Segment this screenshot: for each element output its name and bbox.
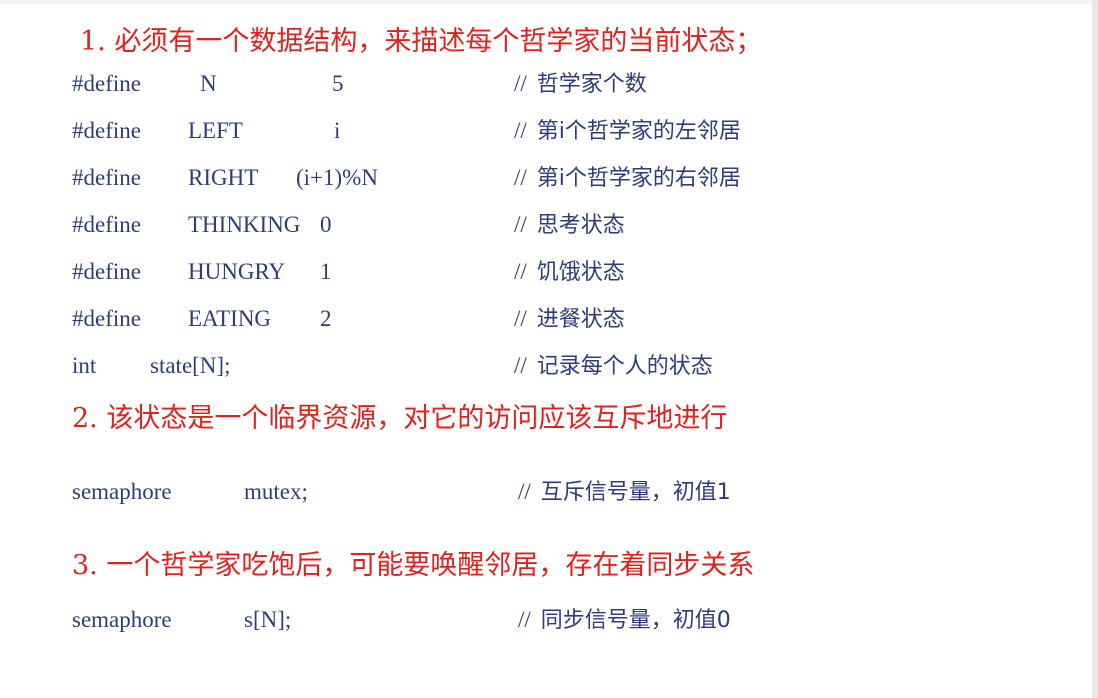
define-name: N [200, 71, 217, 96]
comment-slash: // [514, 71, 527, 96]
decl-comment: // 同步信号量，初值0 [518, 605, 731, 636]
define-value: 2 [320, 306, 332, 331]
define-keyword: #define [72, 71, 141, 96]
window-edge [1092, 0, 1098, 698]
define-comment: // 饥饿状态 [514, 257, 625, 288]
define-keyword: #define [72, 259, 141, 284]
decl-comment: // 互斥信号量，初值1 [518, 477, 731, 508]
comment-text: 记录每个人的状态 [536, 354, 713, 379]
comment-slash: // [518, 479, 531, 504]
define-comment: // 进餐状态 [514, 304, 625, 335]
define-keyword: #define [72, 306, 141, 331]
define-keyword: #define [72, 165, 141, 190]
comment-text: 饥饿状态 [536, 260, 625, 285]
define-comment: // 哲学家个数 [514, 69, 647, 100]
comment-text: 同步信号量，初值0 [540, 608, 731, 633]
heading-1: 1. 必须有一个数据结构，来描述每个哲学家的当前状态； [80, 26, 763, 57]
define-value: (i+1)%N [296, 165, 378, 190]
decl-type: int [72, 353, 97, 378]
define-comment: // 第i个哲学家的左邻居 [514, 116, 741, 147]
comment-text: 思考状态 [536, 213, 625, 238]
comment-slash: // [514, 353, 527, 378]
comment-text: 互斥信号量，初值1 [540, 480, 731, 505]
define-name: THINKING [188, 212, 301, 237]
define-comment: // 第i个哲学家的右邻居 [514, 163, 741, 194]
comment-slash: // [514, 212, 527, 237]
define-value: 0 [320, 212, 332, 237]
decl-name: s[N]; [244, 607, 292, 632]
heading-3: 3. 一个哲学家吃饱后，可能要唤醒邻居，存在着同步关系 [72, 550, 755, 581]
define-name: EATING [188, 306, 272, 331]
decl-comment: // 记录每个人的状态 [514, 351, 713, 382]
comment-text: 第i个哲学家的左邻居 [536, 119, 741, 144]
define-name: HUNGRY [188, 259, 286, 284]
decl-type: semaphore [72, 607, 172, 632]
define-keyword: #define [72, 212, 141, 237]
define-value: i [334, 118, 341, 143]
comment-text: 进餐状态 [536, 307, 625, 332]
define-keyword: #define [72, 118, 141, 143]
define-comment: // 思考状态 [514, 210, 625, 241]
comment-slash: // [514, 259, 527, 284]
comment-slash: // [514, 118, 527, 143]
define-name: LEFT [188, 118, 243, 143]
comment-slash: // [514, 306, 527, 331]
comment-text: 第i个哲学家的右邻居 [536, 166, 741, 191]
decl-name: mutex; [244, 479, 308, 504]
comment-slash: // [514, 165, 527, 190]
decl-type: semaphore [72, 479, 172, 504]
define-value: 1 [320, 259, 332, 284]
top-strip [0, 0, 1098, 4]
comment-slash: // [518, 607, 531, 632]
heading-2: 2. 该状态是一个临界资源，对它的访问应该互斥地进行 [72, 403, 728, 434]
define-name: RIGHT [188, 165, 259, 190]
comment-text: 哲学家个数 [536, 72, 647, 97]
define-value: 5 [332, 71, 344, 96]
decl-name: state[N]; [150, 353, 231, 378]
